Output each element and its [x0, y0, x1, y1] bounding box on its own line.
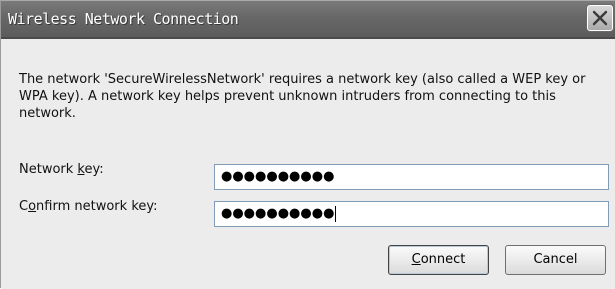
confirm-network-key-label: Confirm network key: — [19, 199, 158, 214]
dialog-body: The network 'SecureWirelessNetwork' requ… — [1, 39, 615, 289]
close-button[interactable] — [587, 5, 613, 31]
confirm-network-key-value: ●●●●●●●●●● — [221, 206, 335, 221]
confirm-network-key-input[interactable]: ●●●●●●●●●● — [214, 201, 609, 227]
network-key-value: ●●●●●●●●●● — [221, 169, 335, 184]
network-key-label: Network key: — [19, 162, 104, 177]
description-text: The network 'SecureWirelessNetwork' requ… — [19, 72, 586, 121]
dialog-window: Wireless Network Connection The network … — [0, 0, 615, 289]
title-bar[interactable]: Wireless Network Connection — [1, 1, 615, 39]
close-icon — [592, 10, 608, 26]
text-caret — [335, 205, 337, 222]
connect-button[interactable]: Connect — [388, 245, 489, 275]
cancel-button[interactable]: Cancel — [505, 245, 606, 275]
window-title: Wireless Network Connection — [8, 10, 239, 28]
network-key-input[interactable]: ●●●●●●●●●● — [214, 164, 609, 190]
